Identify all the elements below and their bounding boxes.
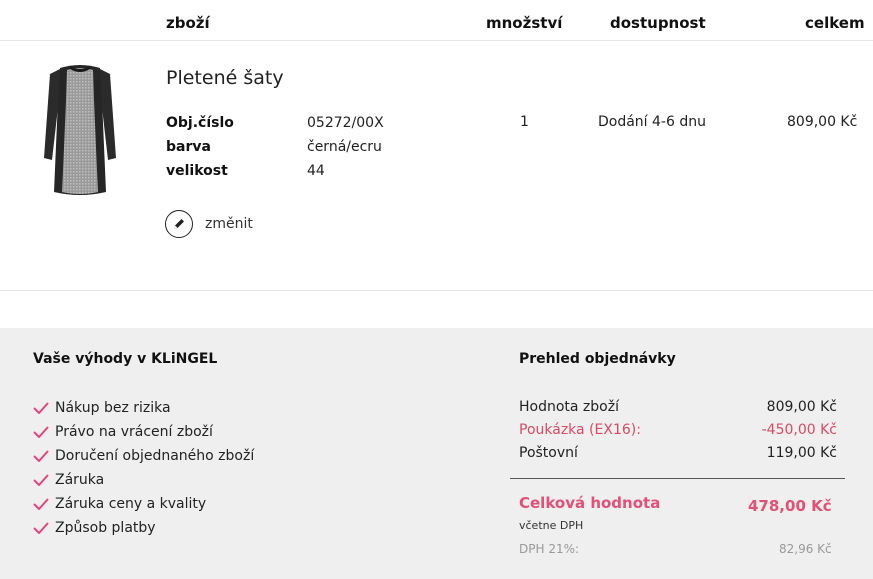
dress-image-icon bbox=[44, 65, 116, 195]
field-value-size: 44 bbox=[307, 163, 325, 179]
benefit-item: Způsob platby bbox=[33, 520, 156, 536]
checkmark-icon bbox=[33, 498, 49, 510]
summary-title: Prehled objednávky bbox=[519, 351, 676, 367]
product-name[interactable]: Pletené šaty bbox=[166, 67, 284, 89]
benefit-item: Právo na vrácení zboží bbox=[33, 424, 213, 440]
vat-note: včetne DPH bbox=[519, 519, 584, 532]
postage-label: Poštovní bbox=[519, 445, 578, 461]
field-label-order-number: Obj.číslo bbox=[166, 115, 234, 131]
product-total: 809,00 Kč bbox=[787, 114, 858, 130]
vat-value: 82,96 Kč bbox=[779, 542, 832, 556]
product-image[interactable] bbox=[40, 60, 120, 200]
header-availability: dostupnost bbox=[610, 14, 706, 32]
field-value-color: černá/ecru bbox=[307, 139, 382, 155]
product-divider bbox=[0, 290, 873, 291]
postage-value: 119,00 Kč bbox=[766, 445, 837, 461]
field-value-order-number: 05272/00X bbox=[307, 115, 384, 131]
goods-value: 809,00 Kč bbox=[766, 399, 837, 415]
checkmark-icon bbox=[33, 450, 49, 462]
checkmark-icon bbox=[33, 402, 49, 414]
summary-row-goods: Hodnota zboží 809,00 Kč bbox=[519, 399, 837, 415]
header-total: celkem bbox=[805, 14, 865, 32]
vat-label: DPH 21%: bbox=[519, 542, 580, 556]
field-label-size: velikost bbox=[166, 163, 228, 179]
header-quantity: množství bbox=[486, 14, 563, 32]
product-quantity: 1 bbox=[520, 114, 529, 130]
benefit-item: Záruka bbox=[33, 472, 104, 488]
header-divider bbox=[0, 40, 873, 41]
product-availability: Dodání 4-6 dnu bbox=[598, 114, 706, 130]
change-button[interactable]: změnit bbox=[165, 210, 253, 238]
voucher-value: -450,00 Kč bbox=[761, 422, 837, 438]
change-label: změnit bbox=[205, 216, 253, 232]
pencil-icon bbox=[165, 210, 193, 238]
benefits-title: Vaše výhody v KLiNGEL bbox=[33, 351, 218, 367]
voucher-label: Poukázka (EX16): bbox=[519, 422, 641, 438]
field-label-color: barva bbox=[166, 139, 211, 155]
checkmark-icon bbox=[33, 522, 49, 534]
checkmark-icon bbox=[33, 426, 49, 438]
goods-label: Hodnota zboží bbox=[519, 399, 619, 415]
summary-row-postage: Poštovní 119,00 Kč bbox=[519, 445, 837, 461]
total-value: 478,00 Kč bbox=[748, 497, 832, 515]
header-item: zboží bbox=[166, 14, 210, 32]
benefit-item: Doručení objednaného zboží bbox=[33, 448, 254, 464]
summary-row-voucher: Poukázka (EX16): -450,00 Kč bbox=[519, 422, 837, 438]
total-label: Celková hodnota bbox=[519, 494, 661, 512]
benefit-item: Nákup bez rizika bbox=[33, 400, 171, 416]
summary-divider bbox=[510, 478, 845, 479]
benefit-item: Záruka ceny a kvality bbox=[33, 496, 206, 512]
checkmark-icon bbox=[33, 474, 49, 486]
